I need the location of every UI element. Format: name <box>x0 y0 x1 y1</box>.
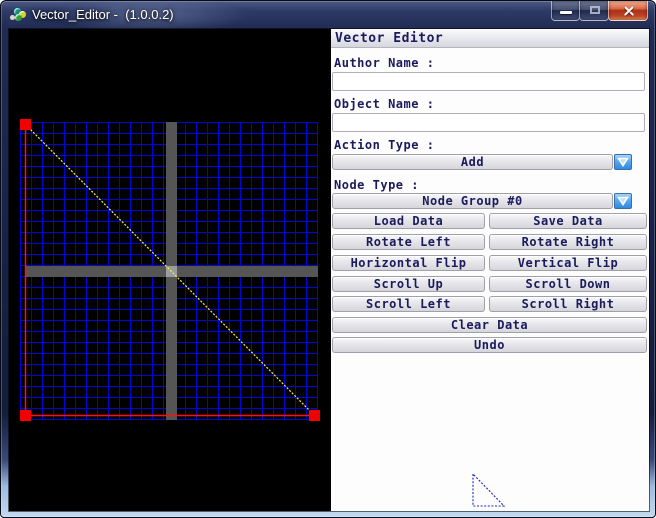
edge-diagonal <box>26 125 315 416</box>
node-type-dropdown-arrow[interactable] <box>614 193 632 209</box>
scroll-right-button[interactable]: Scroll Right <box>489 296 647 312</box>
object-name-input[interactable] <box>332 113 645 132</box>
node-bottom-right <box>309 410 320 421</box>
title-bar[interactable]: Vector_Editor - (1.0.0.2) <box>1 1 656 29</box>
load-data-button[interactable]: Load Data <box>332 213 485 229</box>
app-icon <box>10 7 27 24</box>
author-name-label: Author Name : <box>334 56 434 70</box>
undo-button[interactable]: Undo <box>332 337 647 353</box>
close-icon <box>623 10 635 12</box>
panel-title: Vector Editor <box>331 29 649 48</box>
vertical-flip-button[interactable]: Vertical Flip <box>489 255 647 271</box>
node-top-left <box>20 119 31 130</box>
maximize-button[interactable] <box>579 1 609 21</box>
rotate-right-button[interactable]: Rotate Right <box>489 234 647 250</box>
save-data-button[interactable]: Save Data <box>489 213 647 229</box>
scroll-left-button[interactable]: Scroll Left <box>332 296 485 312</box>
action-type-dropdown-arrow[interactable] <box>614 154 632 170</box>
close-button[interactable] <box>608 1 648 21</box>
clear-data-button[interactable]: Clear Data <box>332 317 647 333</box>
action-type-label: Action Type : <box>334 138 434 152</box>
chevron-down-icon <box>617 196 629 206</box>
scroll-down-button[interactable]: Scroll Down <box>489 276 647 292</box>
horizontal-flip-button[interactable]: Horizontal Flip <box>332 255 485 271</box>
node-type-label: Node Type : <box>334 178 419 192</box>
chevron-down-icon <box>617 157 629 167</box>
author-name-input[interactable] <box>332 72 645 91</box>
rotate-left-button[interactable]: Rotate Left <box>332 234 485 250</box>
control-panel: Vector Editor Author Name : Object Name … <box>331 29 649 511</box>
node-type-dropdown[interactable]: Node Group #0 <box>332 193 613 209</box>
scroll-up-button[interactable]: Scroll Up <box>332 276 485 292</box>
object-name-label: Object Name : <box>334 97 434 111</box>
vector-canvas[interactable] <box>9 29 331 511</box>
client-area: Vector Editor Author Name : Object Name … <box>9 29 649 511</box>
action-type-dropdown[interactable]: Add <box>332 154 613 170</box>
vector-shape-overlay <box>9 29 331 511</box>
minimize-button[interactable] <box>551 1 580 21</box>
node-bottom-left <box>20 410 31 421</box>
window-title: Vector_Editor - (1.0.0.2) <box>32 7 174 22</box>
maximize-icon <box>590 6 600 14</box>
cursor-triangle-icon <box>469 470 509 510</box>
minimize-icon <box>560 11 572 14</box>
app-window: Vector_Editor - (1.0.0.2) <box>0 0 656 518</box>
caption-buttons <box>552 1 648 21</box>
